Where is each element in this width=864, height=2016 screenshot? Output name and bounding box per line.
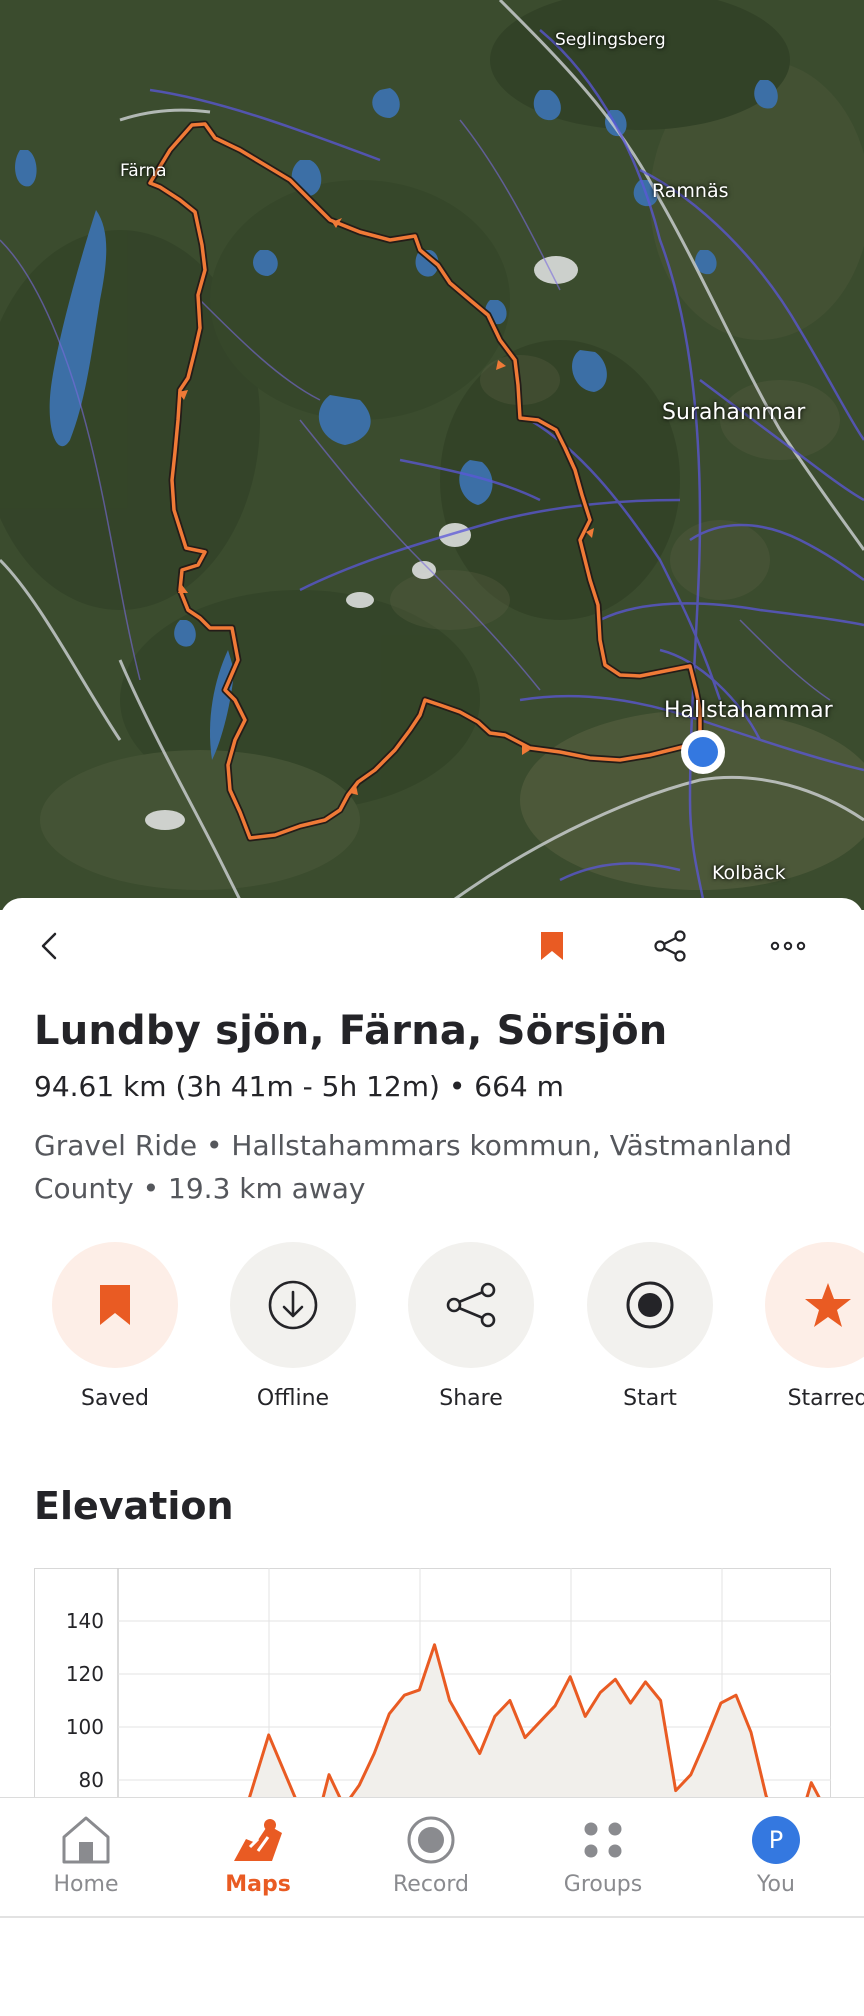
star-icon bbox=[805, 1283, 851, 1327]
home-icon bbox=[62, 1816, 110, 1864]
groups-icon bbox=[584, 1822, 622, 1858]
map-label-farna: Färna bbox=[120, 161, 167, 181]
saved-action-circle[interactable] bbox=[52, 1242, 178, 1368]
offline-action-label: Offline bbox=[256, 1386, 330, 1411]
route-map[interactable]: Seglingsberg Färna Ramnäs Surahammar Hal… bbox=[0, 0, 864, 910]
map-label-hallstahammar: Hallstahammar bbox=[664, 698, 833, 723]
maps-icon bbox=[234, 1819, 282, 1861]
more-button[interactable] bbox=[760, 918, 816, 974]
more-horizontal-icon bbox=[770, 941, 806, 951]
elevation-y-tick-label: 100 bbox=[66, 1715, 104, 1739]
offline-action[interactable]: Offline bbox=[213, 1242, 373, 1411]
share-icon bbox=[446, 1282, 496, 1328]
record-icon bbox=[626, 1281, 674, 1329]
start-action-label: Start bbox=[623, 1386, 677, 1411]
elevation-heading: Elevation bbox=[34, 1484, 234, 1528]
tab-maps[interactable]: Maps bbox=[178, 1812, 338, 1897]
tab-home-label: Home bbox=[53, 1872, 119, 1897]
share-button[interactable] bbox=[642, 918, 698, 974]
elevation-y-tick-label: 120 bbox=[66, 1662, 104, 1686]
back-button[interactable] bbox=[22, 918, 78, 974]
map-label-ramnas: Ramnäs bbox=[652, 180, 729, 202]
tab-maps-label: Maps bbox=[225, 1872, 291, 1897]
saved-action[interactable]: Saved bbox=[35, 1242, 195, 1411]
starred-action-label: Starred bbox=[787, 1386, 864, 1411]
route-meta: Gravel Ride • Hallstahammars kommun, Väs… bbox=[34, 1129, 793, 1205]
map-canvas[interactable] bbox=[0, 0, 864, 910]
tab-you[interactable]: P You bbox=[696, 1812, 856, 1897]
offline-action-circle[interactable] bbox=[230, 1242, 356, 1368]
tab-groups-label: Groups bbox=[563, 1872, 643, 1897]
share-icon bbox=[654, 930, 686, 962]
starred-action-circle[interactable] bbox=[765, 1242, 864, 1368]
share-action-label: Share bbox=[439, 1386, 503, 1411]
start-action[interactable]: Start bbox=[570, 1242, 730, 1411]
tab-record-label: Record bbox=[392, 1872, 469, 1897]
sheet-header bbox=[0, 898, 864, 998]
bookmark-icon bbox=[100, 1285, 130, 1325]
bottom-tab-bar: Home Maps Record Groups P You bbox=[0, 1797, 864, 1918]
elevation-chart-svg: 140 120 100 80 bbox=[34, 1568, 833, 1888]
tab-you-label: You bbox=[757, 1872, 795, 1897]
saved-action-label: Saved bbox=[81, 1386, 149, 1411]
elevation-chart[interactable]: 140 120 100 80 bbox=[34, 1568, 833, 1888]
route-title: Lundby sjön, Färna, Sörsjön bbox=[34, 1008, 668, 1054]
download-icon bbox=[268, 1280, 318, 1330]
bookmark-button[interactable] bbox=[524, 918, 580, 974]
bookmark-icon bbox=[541, 932, 563, 960]
chevron-left-icon bbox=[41, 932, 57, 960]
tab-home[interactable]: Home bbox=[6, 1812, 166, 1897]
route-stats: 94.61 km (3h 41m - 5h 12m) • 664 m bbox=[34, 1070, 564, 1103]
start-action-circle[interactable] bbox=[587, 1242, 713, 1368]
route-details-sheet: Lundby sjön, Färna, Sörsjön 94.61 km (3h… bbox=[0, 898, 864, 1898]
map-label-kolback: Kolbäck bbox=[712, 862, 786, 884]
share-action[interactable]: Share bbox=[391, 1242, 551, 1411]
elevation-y-tick-label: 80 bbox=[79, 1768, 104, 1792]
elevation-y-tick-label: 140 bbox=[66, 1609, 104, 1633]
tab-record[interactable]: Record bbox=[351, 1812, 511, 1897]
map-label-seglingsberg: Seglingsberg bbox=[555, 30, 666, 50]
tab-groups[interactable]: Groups bbox=[523, 1812, 683, 1897]
record-icon bbox=[407, 1816, 455, 1864]
share-action-circle[interactable] bbox=[408, 1242, 534, 1368]
avatar: P bbox=[752, 1816, 800, 1864]
action-row: Saved Offline Share Start Starred bbox=[0, 1242, 864, 1422]
starred-action[interactable]: Starred bbox=[748, 1242, 864, 1411]
map-label-surahammar: Surahammar bbox=[662, 400, 806, 425]
